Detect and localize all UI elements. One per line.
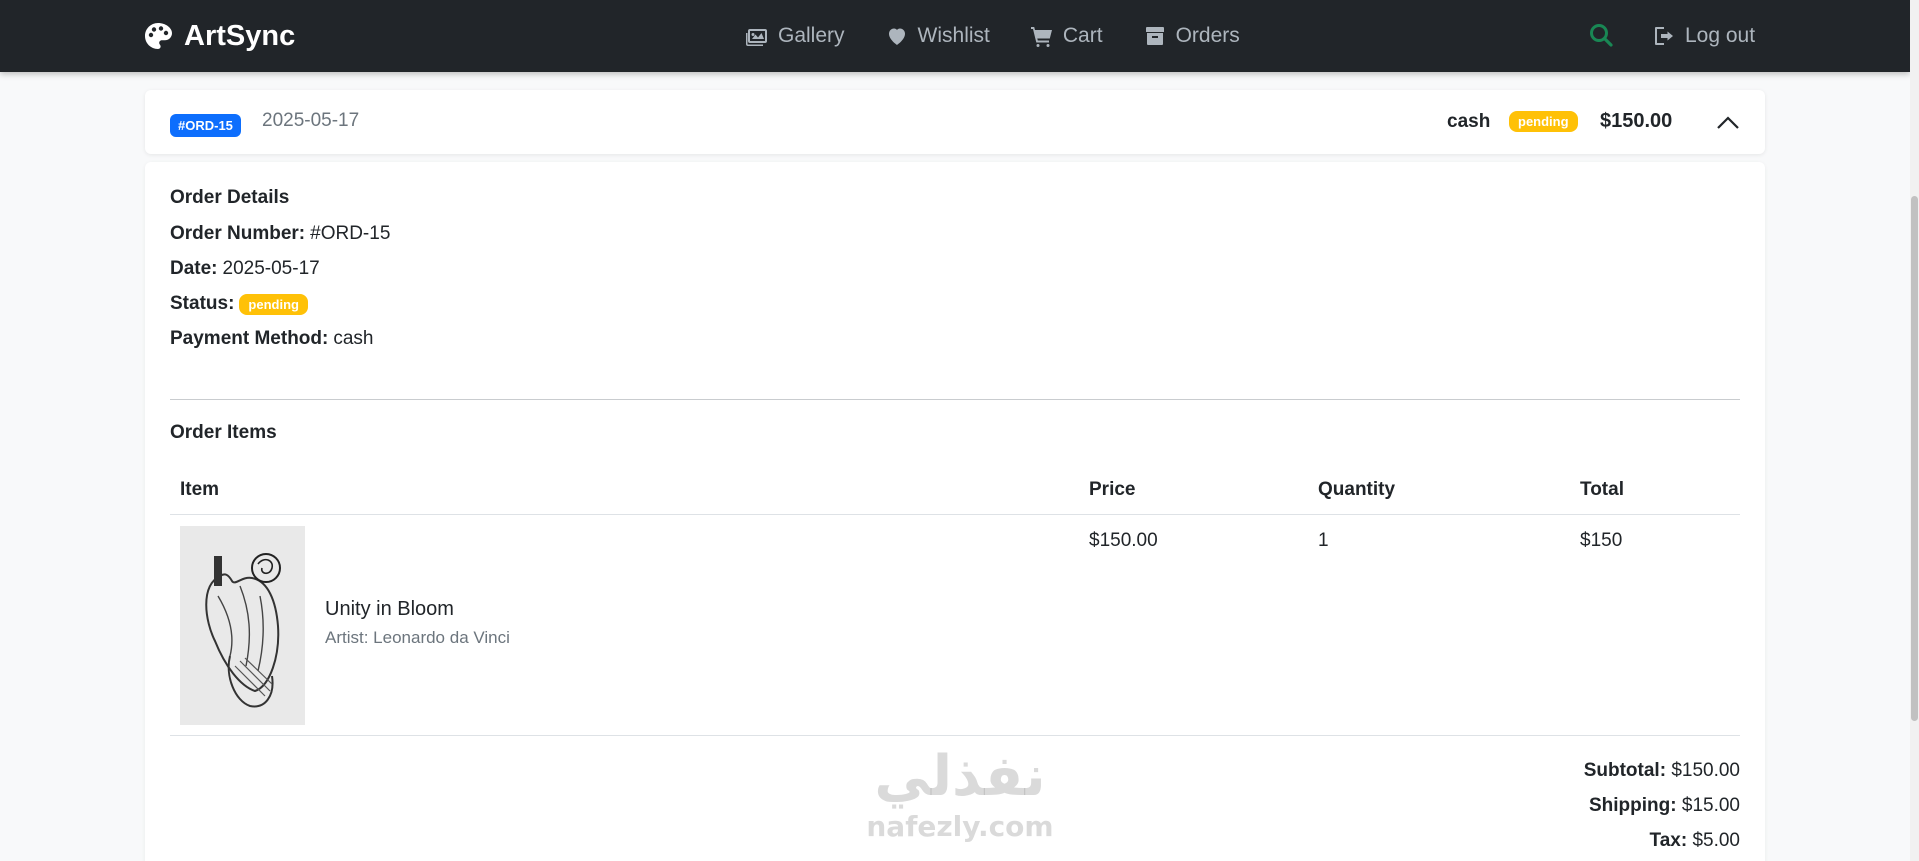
search-button[interactable] <box>1586 20 1616 50</box>
order-accordion-header[interactable]: #ORD-15 2025-05-17 cash pending $150.00 <box>145 90 1765 154</box>
artwork-thumbnail <box>180 526 305 725</box>
order-number-value: #ORD-15 <box>310 223 391 244</box>
table-row-divider <box>170 735 1740 736</box>
nav-cart[interactable]: Cart <box>1030 24 1103 48</box>
section-divider <box>170 399 1740 400</box>
order-details-panel: Order Details Order Number: #ORD-15 Date… <box>145 162 1765 861</box>
logout-link[interactable]: Log out <box>1652 16 1755 56</box>
subtotal-row: Subtotal: $150.00 <box>1584 760 1740 782</box>
item-total: $150 <box>1580 530 1623 551</box>
order-payment-method: cash <box>1447 111 1491 132</box>
tax-row: Tax: $5.00 <box>1650 830 1741 852</box>
heart-icon <box>888 28 905 45</box>
nav-gallery-label: Gallery <box>778 24 845 47</box>
col-header-quantity: Quantity <box>1318 479 1396 500</box>
order-status-row: Status: pending <box>170 293 308 315</box>
tax-value: $5.00 <box>1692 830 1740 851</box>
order-total: $150.00 <box>1600 110 1673 132</box>
col-header-total: Total <box>1580 479 1624 500</box>
main-nav: Gallery Wishlist Cart Orders <box>745 16 1240 56</box>
cart-icon <box>1030 27 1052 47</box>
payment-method-row: Payment Method: cash <box>170 328 374 350</box>
nav-orders-label: Orders <box>1175 24 1240 47</box>
order-number-label: Order Number: <box>170 223 306 244</box>
nav-wishlist[interactable]: Wishlist <box>885 24 990 48</box>
item-artist: Artist: Leonardo da Vinci <box>325 628 510 647</box>
images-icon <box>746 29 767 46</box>
order-date-value: 2025-05-17 <box>222 258 320 279</box>
palette-icon <box>145 23 172 49</box>
logout-label: Log out <box>1685 24 1756 47</box>
brand-link[interactable]: ArtSync <box>142 16 295 56</box>
col-header-price: Price <box>1089 479 1136 500</box>
order-number-row: Order Number: #ORD-15 <box>170 223 390 245</box>
order-items-title: Order Items <box>170 422 277 443</box>
scrollbar-thumb[interactable] <box>1911 196 1918 721</box>
collapse-button[interactable] <box>1715 110 1741 136</box>
status-badge: pending <box>239 293 308 315</box>
order-status-label: Status: <box>170 293 235 314</box>
search-icon <box>1590 24 1613 47</box>
chevron-up-icon <box>1717 116 1739 129</box>
box-icon <box>1145 27 1164 45</box>
brand-name: ArtSync <box>184 19 296 52</box>
item-title: Unity in Bloom <box>325 598 454 620</box>
subtotal-label: Subtotal: <box>1583 760 1667 781</box>
logout-icon <box>1655 27 1673 45</box>
table-header-divider <box>170 514 1740 515</box>
order-date-label: Date: <box>170 258 218 279</box>
nav-orders[interactable]: Orders <box>1143 24 1240 48</box>
shipping-row: Shipping: $15.00 <box>1589 795 1740 817</box>
shipping-label: Shipping: <box>1589 795 1677 816</box>
tax-label: Tax: <box>1649 830 1688 851</box>
payment-method-value: cash <box>333 328 374 349</box>
payment-method-label: Payment Method: <box>170 328 329 349</box>
shipping-value: $15.00 <box>1681 795 1740 816</box>
order-status-badge: pending <box>1509 111 1578 132</box>
nav-gallery[interactable]: Gallery <box>745 24 845 48</box>
order-date-row: Date: 2025-05-17 <box>170 258 320 280</box>
nav-wishlist-label: Wishlist <box>917 24 990 47</box>
col-header-item: Item <box>180 479 220 500</box>
subtotal-value: $150.00 <box>1671 760 1740 781</box>
item-quantity: 1 <box>1318 530 1329 551</box>
order-details-title: Order Details <box>170 187 290 208</box>
page-scrollbar[interactable] <box>1910 0 1919 861</box>
order-id-badge: #ORD-15 <box>170 114 241 137</box>
navbar: ArtSync Gallery Wishlist Cart Orders Log… <box>0 0 1910 72</box>
item-price: $150.00 <box>1089 530 1158 551</box>
nav-cart-label: Cart <box>1062 24 1103 47</box>
order-date: 2025-05-17 <box>262 110 360 131</box>
